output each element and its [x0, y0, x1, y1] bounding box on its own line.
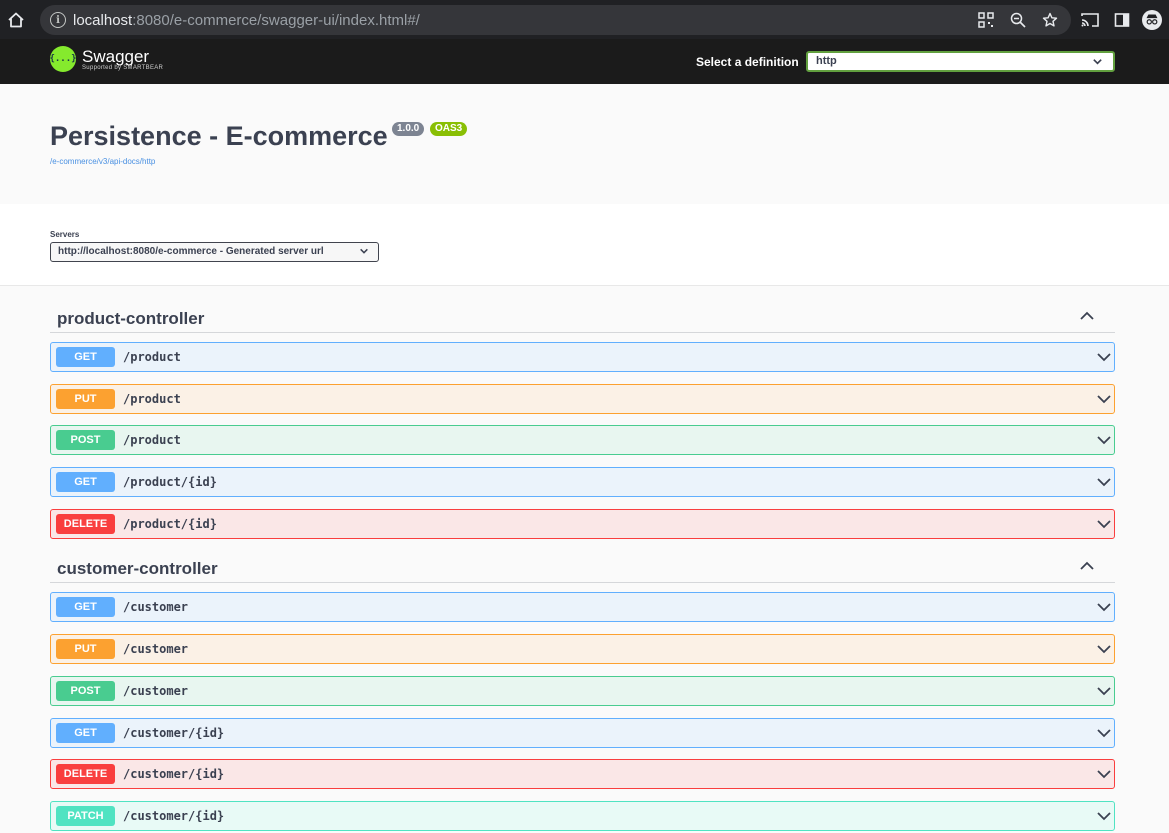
servers-select[interactable]: http://localhost:8080/e-commerce - Gener…	[50, 242, 379, 262]
home-icon[interactable]	[5, 9, 27, 31]
spec-link[interactable]: /e-commerce/v3/api-docs/http	[50, 157, 155, 166]
swagger-logo-text: Swagger Supported by SMARTBEAR	[82, 48, 163, 71]
operation-get-product-id[interactable]: GET /product/{id}	[50, 467, 1115, 497]
method-badge: GET	[56, 723, 115, 743]
method-badge: POST	[56, 681, 115, 701]
chevron-up-icon[interactable]	[1079, 308, 1095, 324]
page-title: Persistence - E-commerce	[50, 121, 388, 151]
chevron-down-icon	[1092, 56, 1103, 70]
operation-path: /customer	[123, 642, 189, 656]
operation-path: /customer	[123, 684, 189, 698]
operation-path: /customer/{id}	[123, 767, 225, 781]
chevron-down-icon[interactable]	[1096, 641, 1112, 657]
operation-path: /product/{id}	[123, 517, 217, 531]
chevron-down-icon[interactable]	[1096, 432, 1112, 448]
profile-icon[interactable]	[1142, 10, 1162, 30]
servers-select-value: http://localhost:8080/e-commerce - Gener…	[58, 246, 324, 257]
chevron-down-icon[interactable]	[1096, 683, 1112, 699]
operation-get-customer[interactable]: GET /customer	[50, 592, 1115, 622]
method-badge: GET	[56, 347, 115, 367]
method-badge: PATCH	[56, 806, 115, 826]
tag-customer-controller[interactable]: customer-controller	[50, 554, 1115, 583]
chevron-down-icon[interactable]	[1096, 349, 1112, 365]
operation-get-product[interactable]: GET /product	[50, 342, 1115, 372]
definition-select[interactable]: http	[806, 51, 1115, 72]
url-text[interactable]: localhost:8080/e-commerce/swagger-ui/ind…	[73, 12, 420, 29]
url-path: :8080/e-commerce/swagger-ui/index.html#/	[132, 12, 420, 29]
bookmark-star-icon[interactable]	[1041, 11, 1059, 29]
operation-patch-customer-id[interactable]: PATCH /customer/{id}	[50, 801, 1115, 831]
operation-path: /customer/{id}	[123, 809, 225, 823]
browser-toolbar: i localhost:8080/e-commerce/swagger-ui/i…	[0, 0, 1169, 39]
tag-title: product-controller	[57, 309, 205, 328]
site-info-icon[interactable]: i	[50, 12, 66, 28]
operation-path: /product	[123, 392, 181, 406]
servers-section: Servers http://localhost:8080/e-commerce…	[0, 204, 1169, 286]
method-badge: DELETE	[56, 764, 115, 784]
tag-product-controller[interactable]: product-controller	[50, 304, 1115, 333]
operation-path: /product	[123, 433, 181, 447]
operation-put-product[interactable]: PUT /product	[50, 384, 1115, 414]
method-badge: GET	[56, 597, 115, 617]
chevron-down-icon[interactable]	[1096, 391, 1112, 407]
chevron-down-icon[interactable]	[1096, 766, 1112, 782]
operation-path: /product/{id}	[123, 475, 217, 489]
chevron-down-icon	[359, 246, 369, 259]
qr-code-icon[interactable]	[977, 11, 995, 29]
address-bar[interactable]: i localhost:8080/e-commerce/swagger-ui/i…	[40, 5, 1071, 35]
chevron-down-icon[interactable]	[1096, 808, 1112, 824]
method-badge: POST	[56, 430, 115, 450]
api-info: Persistence - E-commerce 1.0.0 OAS3 /e-c…	[0, 84, 1169, 204]
version-badge: 1.0.0	[392, 122, 425, 136]
swagger-topbar: {...} Swagger Supported by SMARTBEAR Sel…	[0, 39, 1169, 84]
operation-delete-customer-id[interactable]: DELETE /customer/{id}	[50, 759, 1115, 789]
operation-post-product[interactable]: POST /product	[50, 425, 1115, 455]
definition-select-value: http	[816, 55, 837, 67]
tag-title: customer-controller	[57, 559, 218, 578]
operation-path: /product	[123, 350, 181, 364]
servers-label: Servers	[50, 230, 80, 239]
chevron-down-icon[interactable]	[1096, 516, 1112, 532]
operation-post-customer[interactable]: POST /customer	[50, 676, 1115, 706]
oas-badge: OAS3	[430, 122, 468, 136]
swagger-logo[interactable]: {...} Swagger Supported by SMARTBEAR	[49, 46, 163, 72]
method-badge: GET	[56, 472, 115, 492]
operation-get-customer-id[interactable]: GET /customer/{id}	[50, 718, 1115, 748]
logo-subtitle: Supported by SMARTBEAR	[82, 64, 164, 71]
chevron-up-icon[interactable]	[1079, 558, 1095, 574]
zoom-icon[interactable]	[1009, 11, 1027, 29]
method-badge: PUT	[56, 639, 115, 659]
chevron-down-icon[interactable]	[1096, 725, 1112, 741]
operation-path: /customer/{id}	[123, 726, 225, 740]
swagger-logo-icon: {...}	[49, 46, 77, 72]
cast-icon[interactable]	[1080, 10, 1100, 30]
operation-put-customer[interactable]: PUT /customer	[50, 634, 1115, 664]
operation-path: /customer	[123, 600, 189, 614]
chevron-down-icon[interactable]	[1096, 599, 1112, 615]
operation-delete-product-id[interactable]: DELETE /product/{id}	[50, 509, 1115, 539]
chevron-down-icon[interactable]	[1096, 474, 1112, 490]
definition-label: Select a definition	[696, 55, 799, 69]
url-host: localhost	[73, 12, 133, 29]
logo-name: Swagger	[82, 46, 150, 66]
method-badge: DELETE	[56, 514, 115, 534]
side-panel-icon[interactable]	[1112, 10, 1132, 30]
method-badge: PUT	[56, 389, 115, 409]
